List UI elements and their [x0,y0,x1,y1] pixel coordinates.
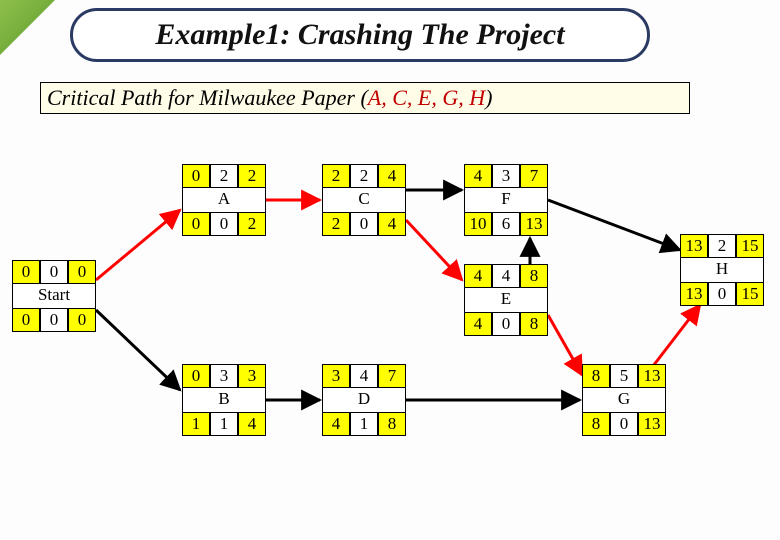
cell-es: 8 [582,364,610,388]
critical-path-list: A, C, E, G, H [368,85,485,110]
cell-ef: 15 [736,234,764,258]
cell-ef: 0 [68,260,96,284]
cell-es: 4 [464,264,492,288]
cell-ef: 8 [520,264,548,288]
node-label: H [680,258,764,282]
cell-dur: 2 [210,164,238,188]
cell-es: 0 [12,260,40,284]
cell-es: 13 [680,234,708,258]
cell-dur: 3 [492,164,520,188]
cell-lf: 0 [68,308,96,332]
cell-slack: 0 [210,212,238,236]
node-label: G [582,388,666,412]
cell-ef: 13 [638,364,666,388]
cell-ef: 7 [520,164,548,188]
cell-dur: 3 [210,364,238,388]
slide-title-text: Example1: Crashing The Project [155,18,564,52]
node-g: 8 5 13 G 8 0 13 [582,364,666,436]
node-f: 4 3 7 F 10 6 13 [464,164,548,236]
cell-es: 4 [464,164,492,188]
node-label: D [322,388,406,412]
cell-es: 0 [182,364,210,388]
node-label: F [464,188,548,212]
cell-ef: 2 [238,164,266,188]
cell-slack: 1 [210,412,238,436]
cell-lf: 8 [520,312,548,336]
node-a: 0 2 2 A 0 0 2 [182,164,266,236]
cell-ls: 4 [322,412,350,436]
node-b: 0 3 3 B 1 1 4 [182,364,266,436]
cell-dur: 4 [492,264,520,288]
cell-slack: 0 [350,212,378,236]
cell-ls: 0 [12,308,40,332]
slide-title: Example1: Crashing The Project [70,8,650,62]
cell-slack: 0 [492,312,520,336]
node-c: 2 2 4 C 2 0 4 [322,164,406,236]
node-h: 13 2 15 H 13 0 15 [680,234,764,306]
cell-lf: 4 [378,212,406,236]
cell-dur: 4 [350,364,378,388]
cell-dur: 5 [610,364,638,388]
cell-lf: 15 [736,282,764,306]
node-label: C [322,188,406,212]
cell-slack: 0 [40,308,68,332]
cell-ls: 1 [182,412,210,436]
cell-dur: 2 [350,164,378,188]
cell-es: 0 [182,164,210,188]
cell-ls: 8 [582,412,610,436]
cell-ls: 10 [464,212,492,236]
cell-lf: 13 [520,212,548,236]
cell-slack: 6 [492,212,520,236]
node-label: E [464,288,548,312]
cell-es: 3 [322,364,350,388]
cell-lf: 4 [238,412,266,436]
cell-lf: 8 [378,412,406,436]
subtitle: Critical Path for Milwaukee Paper (A, C,… [40,82,690,114]
node-label: B [182,388,266,412]
cell-ef: 4 [378,164,406,188]
cell-lf: 2 [238,212,266,236]
cell-slack: 0 [610,412,638,436]
cell-dur: 2 [708,234,736,258]
cell-slack: 0 [708,282,736,306]
node-d: 3 4 7 D 4 1 8 [322,364,406,436]
cell-ef: 3 [238,364,266,388]
cell-slack: 1 [350,412,378,436]
subtitle-prefix: Critical Path for Milwaukee Paper ( [47,85,368,110]
node-e: 4 4 8 E 4 0 8 [464,264,548,336]
network-diagram: 0 0 0 Start 0 0 0 0 2 2 A 0 0 2 2 2 4 C [0,140,780,540]
subtitle-suffix: ) [485,85,492,110]
cell-ls: 0 [182,212,210,236]
node-start: 0 0 0 Start 0 0 0 [12,260,96,332]
cell-lf: 13 [638,412,666,436]
cell-ls: 4 [464,312,492,336]
slide-corner-accent [0,0,55,55]
node-label: Start [12,284,96,308]
cell-ls: 2 [322,212,350,236]
cell-dur: 0 [40,260,68,284]
cell-ef: 7 [378,364,406,388]
cell-ls: 13 [680,282,708,306]
cell-es: 2 [322,164,350,188]
node-label: A [182,188,266,212]
